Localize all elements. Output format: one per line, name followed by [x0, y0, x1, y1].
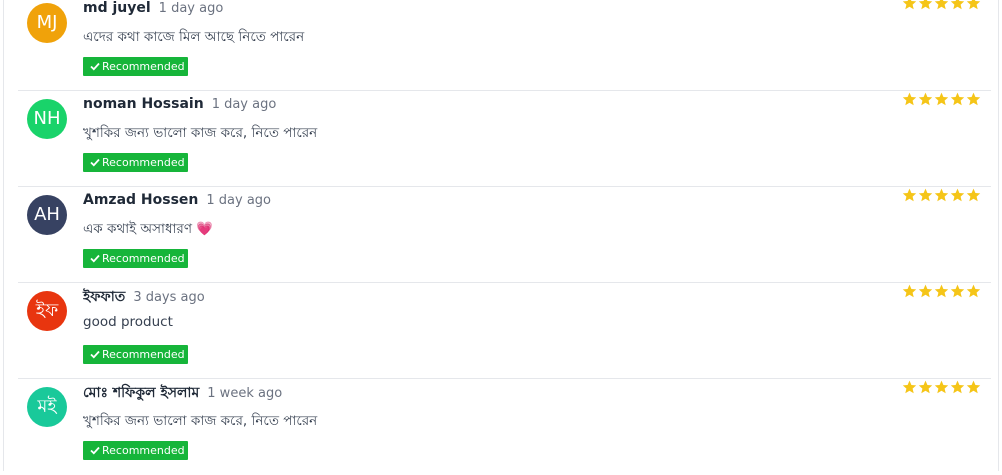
review-comment: খুশকির জন্য ভালো কাজ করে, নিতে পারেন [83, 413, 318, 429]
star-icon [934, 92, 949, 106]
star-icon [918, 92, 933, 106]
badge-label: Recommended [102, 156, 185, 169]
reviewer-name: Amzad Hossen [83, 192, 199, 208]
star-icon [966, 380, 981, 394]
check-icon [90, 446, 100, 455]
review-time: 1 day ago [206, 193, 272, 208]
avatar: NH [27, 99, 67, 139]
recommended-badge: Recommended [83, 345, 188, 364]
reviewer-name: md juyel [83, 0, 151, 16]
star-icon [950, 380, 965, 394]
star-icon [966, 284, 981, 298]
star-rating [902, 0, 981, 11]
recommended-badge: Recommended [83, 153, 188, 172]
review-header: ইফফাত 3 days ago [83, 285, 205, 309]
star-icon [950, 0, 965, 10]
recommended-badge: Recommended [83, 441, 188, 460]
star-icon [934, 188, 949, 202]
reviewer-name: noman Hossain [83, 96, 204, 112]
review-item: AH Amzad Hossen 1 day ago এক কথাই অসাধারণ… [18, 187, 991, 283]
check-icon [90, 62, 100, 71]
star-icon [902, 380, 917, 394]
reviewer-name: মোঃ শফিকুল ইসলাম [83, 385, 200, 401]
star-icon [950, 188, 965, 202]
review-item: ইফ ইফফাত 3 days ago good product Recommen… [18, 283, 991, 379]
review-time: 1 day ago [158, 1, 224, 16]
star-icon [918, 284, 933, 298]
recommended-badge: Recommended [83, 249, 188, 268]
star-icon [902, 92, 917, 106]
check-icon [90, 350, 100, 359]
review-comment: এক কথাই অসাধারণ 💗 [83, 221, 214, 237]
badge-label: Recommended [102, 348, 185, 361]
reviews-panel: MJ md juyel 1 day ago এদের কথা কাজে মিল আ… [3, 0, 999, 471]
review-time: 1 week ago [207, 386, 283, 401]
star-icon [934, 380, 949, 394]
badge-label: Recommended [102, 252, 185, 265]
check-icon [90, 158, 100, 167]
avatar: মই [27, 387, 67, 427]
badge-label: Recommended [102, 444, 185, 457]
recommended-badge: Recommended [83, 57, 188, 76]
review-header: noman Hossain 1 day ago [83, 93, 276, 112]
review-item: MJ md juyel 1 day ago এদের কথা কাজে মিল আ… [18, 0, 991, 91]
review-item: NH noman Hossain 1 day ago খুশকির জন্য ভা… [18, 91, 991, 187]
review-comment: খুশকির জন্য ভালো কাজ করে, নিতে পারেন [83, 125, 318, 141]
star-icon [966, 0, 981, 10]
review-comment: good product [83, 314, 173, 330]
star-rating [902, 188, 981, 203]
reviewer-name: ইফফাত [83, 289, 126, 305]
star-rating [902, 284, 981, 299]
star-icon [918, 380, 933, 394]
avatar: AH [27, 195, 67, 235]
star-icon [950, 92, 965, 106]
review-header: md juyel 1 day ago [83, 0, 223, 16]
star-icon [934, 284, 949, 298]
star-icon [966, 188, 981, 202]
review-comment: এদের কথা কাজে মিল আছে নিতে পারেন [83, 29, 305, 45]
star-icon [950, 284, 965, 298]
star-rating [902, 380, 981, 395]
star-icon [934, 0, 949, 10]
review-item: মই মোঃ শফিকুল ইসলাম 1 week ago খুশকির জন্… [18, 379, 991, 475]
review-header: Amzad Hossen 1 day ago [83, 189, 271, 208]
star-icon [902, 188, 917, 202]
star-icon [902, 284, 917, 298]
review-header: মোঃ শফিকুল ইসলাম 1 week ago [83, 381, 282, 405]
star-rating [902, 92, 981, 107]
avatar: ইফ [27, 291, 67, 331]
badge-label: Recommended [102, 60, 185, 73]
check-icon [90, 254, 100, 263]
star-icon [918, 0, 933, 10]
star-icon [918, 188, 933, 202]
review-time: 3 days ago [133, 290, 205, 305]
star-icon [902, 0, 917, 10]
avatar: MJ [27, 3, 67, 43]
star-icon [966, 92, 981, 106]
review-time: 1 day ago [211, 97, 277, 112]
